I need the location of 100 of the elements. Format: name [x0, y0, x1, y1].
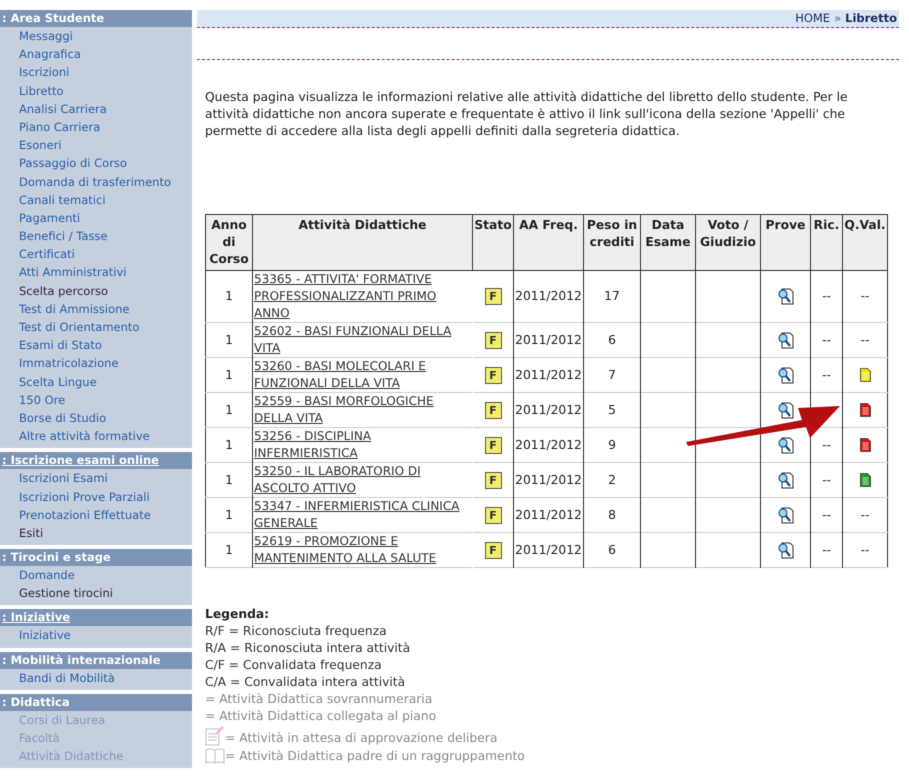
- table-cell: --: [822, 508, 831, 522]
- table-cell: --: [822, 542, 831, 557]
- activity-link[interactable]: 53256 - DISCIPLINA INFERMIERISTICA: [254, 428, 471, 462]
- column-header: AA Freq.: [514, 214, 584, 270]
- status-badge: F: [484, 542, 502, 559]
- section-header[interactable]: : Iniziative: [0, 609, 192, 626]
- legend-entry: R/F = Riconosciuta frequenza: [205, 623, 387, 640]
- status-badge: F: [484, 366, 502, 384]
- magnifier-document-icon[interactable]: [778, 506, 794, 524]
- activity-link[interactable]: 53250 - IL LABORATORIO DI ASCOLTO ATTIVO: [254, 463, 471, 497]
- status-badge: F: [484, 288, 502, 306]
- intro-text: Questa pagina visualizza le informazioni relative alle attività didattiche del libretto dello studente. Per le attività didattiche non ancora superate e frequentate è attivo il link sull'icona della sezione 'Appelli' che permette di accedere alla lista degli appelli definiti dalla segreteria didattica.: [205, 89, 849, 140]
- sidebar-link[interactable]: Iscrizioni: [0, 63, 192, 82]
- table-cell: 2011/2012: [514, 322, 584, 358]
- column-header: Peso in crediti: [584, 214, 640, 270]
- sidebar-link[interactable]: Benefici / Tasse: [0, 227, 192, 246]
- sidebar-link[interactable]: Domande: [0, 566, 192, 584]
- home-link[interactable]: HOME: [795, 10, 830, 28]
- legend-entry: R/A = Riconosciuta intera attività: [205, 640, 410, 657]
- table-cell: 1: [206, 462, 252, 498]
- table-cell: 1: [206, 358, 252, 392]
- table-cell: 17: [584, 270, 640, 322]
- document-icon[interactable]: [860, 368, 870, 382]
- section-header[interactable]: : Iscrizione esami online: [0, 452, 192, 470]
- magnifier-document-icon[interactable]: [778, 436, 794, 454]
- sidebar-link[interactable]: Gestione tirocini: [0, 584, 192, 602]
- section-header: : Didattica: [0, 694, 192, 711]
- sidebar-link[interactable]: Scelta percorso: [0, 282, 192, 300]
- table-cell: 7: [584, 358, 640, 392]
- sidebar-link[interactable]: Esoneri: [0, 136, 192, 154]
- activity-link[interactable]: 53365 - ATTIVITA' FORMATIVE PROFESSIONALIZZANTI PRIMO ANNO: [254, 271, 471, 322]
- sidebar-link[interactable]: Test di Ammissione: [0, 300, 192, 318]
- sidebar-link[interactable]: Anagrafica: [0, 45, 192, 64]
- status-badge: F: [484, 332, 502, 349]
- sidebar-link[interactable]: Immatricolazione: [0, 354, 192, 373]
- sidebar-link[interactable]: Libretto: [0, 82, 192, 100]
- section-header: : Mobilità internazionale: [0, 652, 192, 669]
- magnifier-document-icon[interactable]: [778, 366, 794, 384]
- column-header: Ric.: [810, 214, 842, 270]
- sidebar-link[interactable]: Piano Carriera: [0, 118, 192, 136]
- table-cell: 6: [584, 322, 640, 358]
- table-cell: 2011/2012: [514, 428, 584, 462]
- activity-link[interactable]: 52602 - BASI FUNZIONALI DELLA VITA: [254, 323, 471, 357]
- table-cell: 1: [206, 270, 252, 322]
- sidebar-link[interactable]: Borse di Studio: [0, 408, 192, 428]
- sidebar-link[interactable]: Test di Orientamento: [0, 318, 192, 336]
- document-icon[interactable]: [860, 438, 870, 452]
- table-cell: --: [822, 438, 831, 452]
- sidebar-link[interactable]: Bandi di Mobilità: [0, 668, 192, 687]
- legend-entry: = Attività Didattica sovrannumeraria: [205, 691, 432, 708]
- activity-link[interactable]: 52619 - PROMOZIONE E MANTENIMENTO ALLA SALUTE: [254, 533, 471, 567]
- column-header: Voto / Giudizio: [696, 214, 760, 270]
- sidebar-link[interactable]: Canali tematici: [0, 190, 192, 209]
- table-cell: --: [860, 508, 870, 522]
- table-cell: --: [860, 289, 870, 304]
- sidebar-link[interactable]: 150 Ore: [0, 390, 192, 409]
- activity-link[interactable]: 53347 - INFERMIERISTICA CLINICA GENERALE: [254, 498, 471, 532]
- status-badge: F: [484, 402, 502, 419]
- sidebar-link[interactable]: Scelta Lingue: [0, 372, 192, 391]
- sidebar-link[interactable]: Altre attività formative: [0, 427, 192, 446]
- magnifier-document-icon[interactable]: [778, 332, 794, 349]
- sidebar-link[interactable]: Certificati: [0, 245, 192, 264]
- legend-title: Legenda:: [205, 606, 270, 623]
- sidebar-link[interactable]: Atti Amministrativi: [0, 263, 192, 282]
- sidebar-link[interactable]: Esami di Stato: [0, 336, 192, 354]
- legend-entry: C/F = Convalidata frequenza: [205, 657, 382, 674]
- activity-link[interactable]: 53260 - BASI MOLECOLARI E FUNZIONALI DELLA VITA: [254, 358, 471, 392]
- table-cell: 2011/2012: [514, 532, 584, 568]
- magnifier-document-icon[interactable]: [778, 542, 794, 559]
- table-cell: --: [822, 472, 831, 487]
- table-cell: 2011/2012: [514, 270, 584, 322]
- table-cell: 1: [206, 322, 252, 358]
- magnifier-document-icon[interactable]: [778, 402, 794, 419]
- activity-link[interactable]: 52559 - BASI MORFOLOGICHE DELLA VITA: [254, 393, 471, 427]
- sidebar-link[interactable]: Analisi Carriera: [0, 100, 192, 118]
- note-pencil-icon: [205, 725, 225, 747]
- table-cell: 2011/2012: [514, 498, 584, 532]
- sidebar-link[interactable]: Passaggio di Corso: [0, 154, 192, 172]
- document-icon[interactable]: [860, 403, 870, 418]
- document-icon[interactable]: [860, 473, 870, 488]
- table-cell: 8: [584, 498, 640, 532]
- sidebar-link[interactable]: Prenotazioni Effettuate: [0, 506, 192, 524]
- sidebar-link[interactable]: Iniziative: [0, 626, 192, 645]
- legend-entry: C/A = Convalidata intera attività: [205, 674, 406, 691]
- sidebar-link[interactable]: Domanda di trasferimento: [0, 172, 192, 191]
- magnifier-document-icon[interactable]: [778, 472, 794, 489]
- table-cell: 1: [206, 498, 252, 532]
- column-header: Prove: [760, 214, 810, 270]
- section-header: : Area Studente: [0, 10, 192, 27]
- column-header: Q.Val.: [842, 214, 888, 270]
- magnifier-document-icon[interactable]: [778, 288, 794, 306]
- sidebar-link[interactable]: Iscrizioni Esami: [0, 469, 192, 488]
- sidebar-link[interactable]: Esiti: [0, 524, 192, 542]
- table-cell: 1: [206, 532, 252, 568]
- table-cell: 2011/2012: [514, 358, 584, 392]
- breadcrumb-current: Libretto: [845, 10, 897, 27]
- table-cell: 5: [584, 392, 640, 428]
- sidebar-link[interactable]: Pagamenti: [0, 208, 192, 228]
- sidebar-link[interactable]: Iscrizioni Prove Parziali: [0, 488, 192, 506]
- sidebar-link[interactable]: Messaggi: [0, 27, 192, 46]
